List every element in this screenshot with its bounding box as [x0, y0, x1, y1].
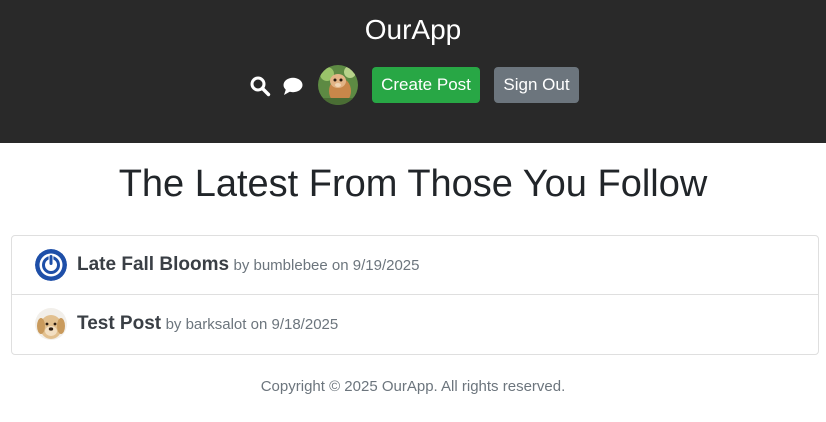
post-author: bumblebee — [253, 257, 328, 274]
post-text: Late Fall Blooms by bumblebee on 9/19/20… — [77, 254, 420, 277]
post-author: barksalot — [185, 316, 247, 333]
dog-avatar — [35, 308, 67, 340]
post-date: 9/18/2025 — [271, 316, 339, 333]
post-title[interactable]: Test Post — [77, 313, 161, 334]
sign-out-button[interactable]: Sign Out — [494, 67, 579, 103]
brand-title[interactable]: OurApp — [0, 13, 826, 47]
power-icon — [35, 249, 67, 281]
post-date: 9/19/2025 — [352, 257, 420, 274]
page-title: The Latest From Those You Follow — [118, 163, 708, 205]
user-avatar[interactable] — [318, 65, 358, 105]
list-item[interactable]: Late Fall Blooms by bumblebee on 9/19/20… — [12, 236, 818, 295]
header-nav: Create Post Sign Out — [0, 65, 826, 105]
list-item[interactable]: Test Post by barksalot on 9/18/2025 — [12, 295, 818, 354]
search-icon[interactable] — [249, 75, 271, 97]
footer-copyright: Copyright © 2025 OurApp. All rights rese… — [260, 378, 566, 395]
post-by: by barksalot on 9/18/2025 — [165, 316, 339, 333]
post-title[interactable]: Late Fall Blooms — [77, 254, 229, 275]
post-text: Test Post by barksalot on 9/18/2025 — [77, 313, 338, 336]
create-post-button[interactable]: Create Post — [372, 67, 480, 103]
chat-icon[interactable] — [282, 75, 304, 97]
header: OurApp Create Post Sign Out — [0, 0, 826, 143]
post-list: Late Fall Blooms by bumblebee on 9/19/20… — [11, 235, 819, 355]
post-by: by bumblebee on 9/19/2025 — [233, 257, 420, 274]
